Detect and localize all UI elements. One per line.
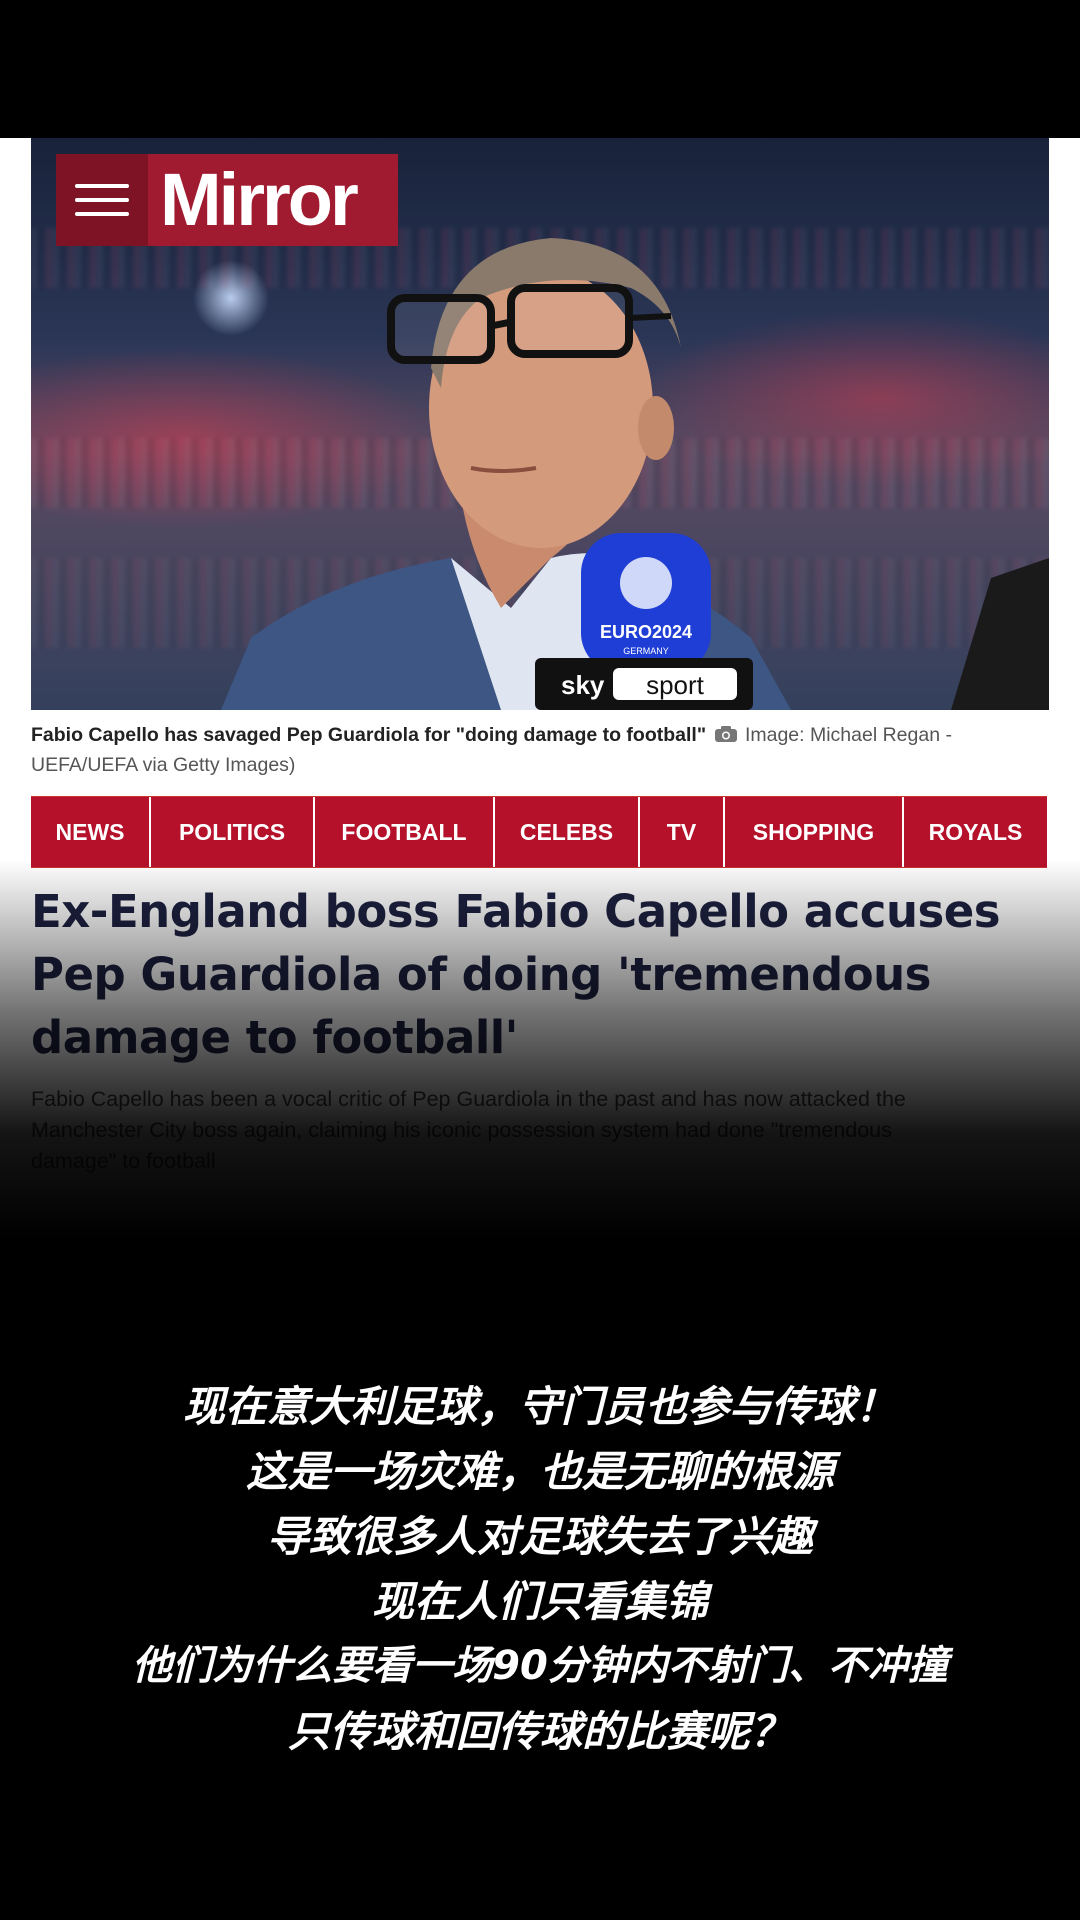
caption-credit-line2: UEFA/UEFA via Getty Images) <box>31 754 296 776</box>
mirror-logo[interactable]: Mirror <box>56 154 398 246</box>
caption-text: Fabio Capello has savaged Pep Guardiola … <box>31 724 707 746</box>
nav-royals[interactable]: ROYALS <box>904 797 1047 867</box>
nav-football[interactable]: FOOTBALL <box>315 797 495 867</box>
logo-wordmark: Mirror <box>160 158 359 241</box>
caption-credit: Image: Michael Regan - <box>744 724 952 746</box>
subtitle-line: 现在人们只看集锦 <box>371 1577 708 1626</box>
svg-text:sky: sky <box>561 670 605 700</box>
svg-text:sport: sport <box>646 670 705 700</box>
hero-photo: EURO2024 GERMANY sky sport Mirror <box>31 138 1049 710</box>
subtitle-line: 他们为什么要看一场90分钟内不射门、不冲撞 <box>132 1643 948 1689</box>
headline-line: Pep Guardiola of doing 'tremendous <box>31 948 931 1001</box>
subtitle-line: 现在意大利足球，守门员也参与传球！ <box>182 1382 897 1431</box>
svg-text:GERMANY: GERMANY <box>623 646 669 656</box>
article-standfirst: Fabio Capello has been a vocal critic of… <box>31 1084 1051 1177</box>
subtitle-line: 只传球和回传球的比赛呢？ <box>287 1707 792 1756</box>
video-subtitles: 现在意大利足球，守门员也参与传球！ 这是一场灾难，也是无聊的根源 导致很多人对足… <box>0 1374 1080 1764</box>
nav-celebs[interactable]: CELEBS <box>495 797 640 867</box>
standfirst-line: damage" to football <box>31 1149 216 1173</box>
nav-politics[interactable]: POLITICS <box>151 797 315 867</box>
article-screenshot: EURO2024 GERMANY sky sport Mirror Fabio … <box>0 138 1080 1238</box>
standfirst-line: Manchester City boss again, claiming his… <box>31 1118 892 1142</box>
headline-line: damage to football' <box>31 1011 518 1064</box>
nav-shopping[interactable]: SHOPPING <box>725 797 904 867</box>
subtitle-line: 导致很多人对足球失去了兴趣 <box>266 1512 813 1561</box>
section-nav: NEWS POLITICS FOOTBALL CELEBS TV SHOPPIN… <box>31 796 1047 868</box>
camera-icon <box>714 722 738 742</box>
photo-caption: Fabio Capello has savaged Pep Guardiola … <box>31 720 1031 780</box>
svg-text:EURO2024: EURO2024 <box>600 622 692 642</box>
subtitle-line: 这是一场灾难，也是无聊的根源 <box>245 1447 834 1496</box>
hamburger-menu-icon[interactable] <box>56 154 148 246</box>
article-headline: Ex-England boss Fabio Capello accuses Pe… <box>31 880 1061 1069</box>
headline-line: Ex-England boss Fabio Capello accuses <box>31 885 1001 938</box>
nav-news[interactable]: NEWS <box>31 797 151 867</box>
standfirst-line: Fabio Capello has been a vocal critic of… <box>31 1087 906 1111</box>
nav-tv[interactable]: TV <box>640 797 725 867</box>
